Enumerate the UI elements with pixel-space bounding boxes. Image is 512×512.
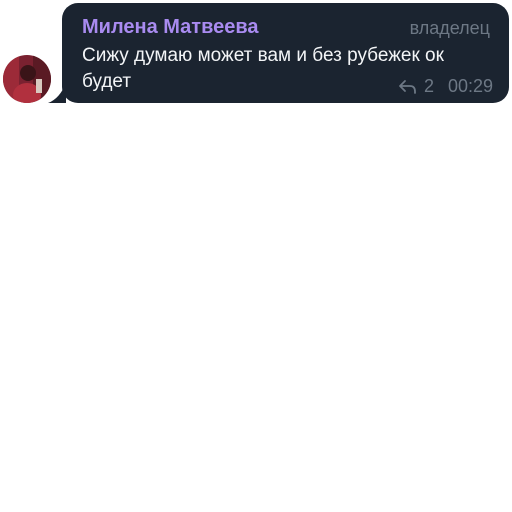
role-badge: владелец: [409, 18, 490, 38]
reply-arrow-icon[interactable]: [398, 79, 418, 95]
message-time: 00:29: [447, 76, 493, 96]
avatar[interactable]: [3, 55, 51, 103]
reply-count[interactable]: 2: [424, 76, 434, 97]
message-meta: 2 00:29: [398, 76, 493, 97]
message-bubble[interactable]: Милена Матвеева владелец Сижу думаю може…: [62, 3, 509, 103]
sender-name[interactable]: Милена Матвеева: [82, 16, 259, 39]
avatar-image: [3, 55, 51, 103]
